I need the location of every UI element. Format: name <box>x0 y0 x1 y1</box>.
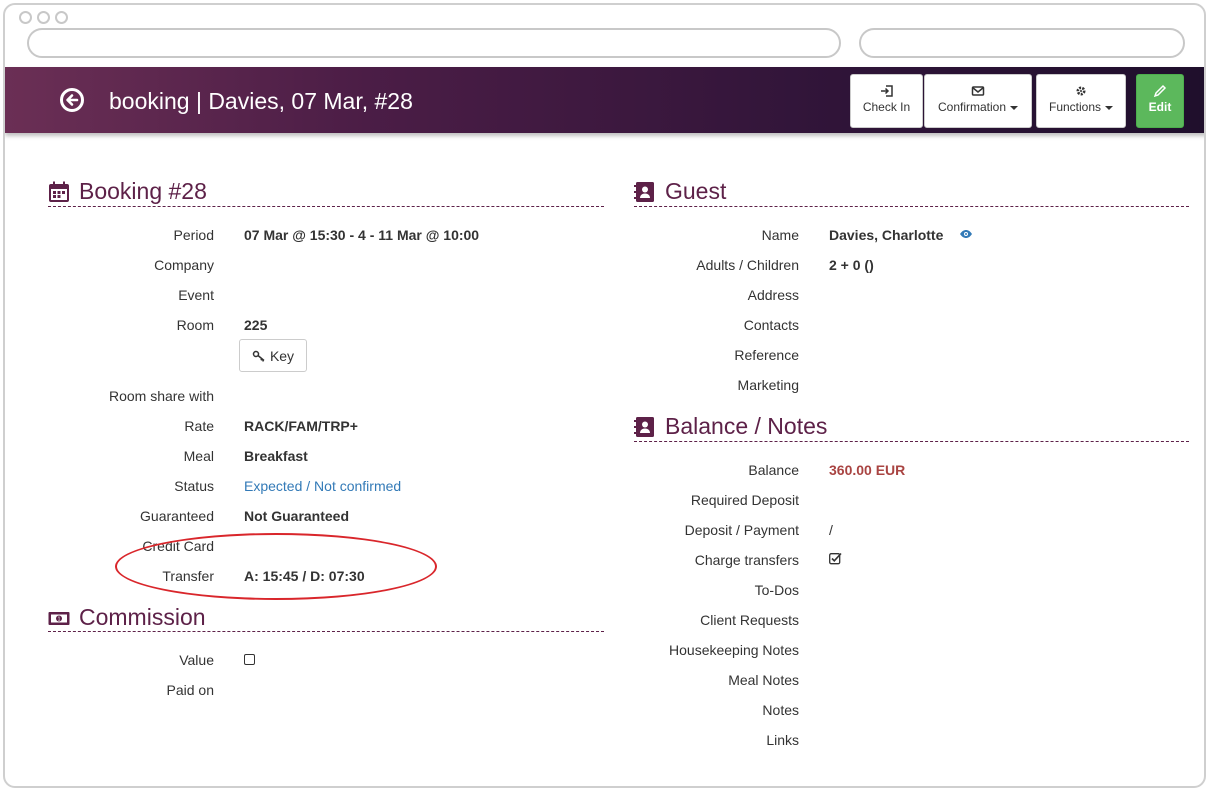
check-in-button[interactable]: Check In <box>850 74 923 128</box>
edit-label: Edit <box>1148 100 1172 114</box>
user-card-icon <box>634 416 654 437</box>
rate-value: RACK/FAM/TRP+ <box>244 418 358 434</box>
balance-section-title: Balance / Notes <box>634 413 827 440</box>
deposit-payment-value: / <box>829 522 833 538</box>
caret-down-icon <box>1105 105 1114 110</box>
browser-search-bar[interactable] <box>859 28 1185 58</box>
event-label: Event <box>178 287 214 303</box>
gear-icon <box>1076 86 1086 96</box>
status-link[interactable]: Expected / Not confirmed <box>244 478 401 494</box>
functions-label: Functions <box>1048 100 1102 114</box>
meal-label: Meal <box>183 448 214 464</box>
user-card-icon <box>634 181 654 202</box>
adults-children-label: Adults / Children <box>696 257 799 273</box>
guaranteed-value: Not Guaranteed <box>244 508 350 524</box>
window-dot-icon[interactable] <box>37 11 50 24</box>
money-icon: 1 <box>48 611 70 625</box>
room-label: Room <box>176 317 214 333</box>
confirmation-dropdown-button[interactable]: Confirmation <box>924 74 1032 128</box>
eye-icon[interactable] <box>959 229 973 239</box>
window-dot-icon[interactable] <box>19 11 32 24</box>
window-controls <box>19 11 68 24</box>
transfer-value: A: 15:45 / D: 07:30 <box>244 568 365 584</box>
window-dot-icon[interactable] <box>55 11 68 24</box>
balance-label: Balance <box>748 462 799 478</box>
period-value: 07 Mar @ 15:30 - 4 - 11 Mar @ 10:00 <box>244 227 480 243</box>
section-divider <box>48 206 604 207</box>
adults-children-value: 2 + 0 () <box>829 257 874 273</box>
functions-dropdown-button[interactable]: Functions <box>1036 74 1126 128</box>
meal-value: Breakfast <box>244 448 308 464</box>
calendar-icon <box>49 181 69 202</box>
room-share-label: Room share with <box>108 388 214 404</box>
back-arrow-icon[interactable] <box>60 88 84 112</box>
booking-title-text: Booking #28 <box>79 178 207 204</box>
section-divider <box>634 441 1189 442</box>
commission-section-title: 1 Commission <box>48 604 206 631</box>
room-value: 225 <box>244 317 268 333</box>
key-icon <box>252 350 265 362</box>
reference-label: Reference <box>734 347 799 363</box>
guest-name-value: Davies, Charlotte <box>829 227 944 243</box>
check-in-label: Check In <box>862 100 911 114</box>
envelope-icon <box>971 86 985 96</box>
marketing-label: Marketing <box>737 377 799 393</box>
page-header: booking | Davies, 07 Mar, #28 Check In C… <box>5 67 1204 133</box>
address-label: Address <box>747 287 799 303</box>
charge-transfers-label: Charge transfers <box>694 552 799 568</box>
name-label: Name <box>761 227 799 243</box>
status-label: Status <box>174 478 214 494</box>
credit-card-label: Credit Card <box>142 538 214 554</box>
deposit-payment-label: Deposit / Payment <box>684 522 799 538</box>
contacts-label: Contacts <box>743 317 799 333</box>
paid-on-label: Paid on <box>166 682 214 698</box>
commission-value-checkbox[interactable] <box>244 654 255 665</box>
page-title: booking | Davies, 07 Mar, #28 <box>109 88 413 114</box>
section-divider <box>634 206 1189 207</box>
notes-label: Notes <box>762 702 799 718</box>
edit-button[interactable]: Edit <box>1136 74 1184 128</box>
confirmation-label: Confirmation <box>937 100 1007 114</box>
meal-notes-label: Meal Notes <box>728 672 799 688</box>
caret-down-icon <box>1010 105 1019 110</box>
sign-in-icon <box>880 85 893 97</box>
client-requests-label: Client Requests <box>700 612 799 628</box>
required-deposit-label: Required Deposit <box>690 492 799 508</box>
company-label: Company <box>154 257 214 273</box>
key-button[interactable]: Key <box>239 339 307 372</box>
guest-title-text: Guest <box>665 178 727 204</box>
transfer-label: Transfer <box>162 568 214 584</box>
key-button-label: Key <box>269 347 295 364</box>
guaranteed-label: Guaranteed <box>140 508 214 524</box>
guest-section-title: Guest <box>634 178 726 205</box>
housekeeping-notes-label: Housekeeping Notes <box>669 642 799 658</box>
commission-title-text: Commission <box>79 604 206 630</box>
period-label: Period <box>173 227 214 243</box>
pencil-icon <box>1153 84 1167 98</box>
svg-text:1: 1 <box>58 616 61 622</box>
section-divider <box>48 631 604 632</box>
todos-label: To-Dos <box>754 582 799 598</box>
rate-label: Rate <box>184 418 214 434</box>
address-bar[interactable] <box>27 28 841 58</box>
balance-title-text: Balance / Notes <box>665 413 828 439</box>
booking-section-title: Booking #28 <box>48 178 207 205</box>
checked-checkbox-icon[interactable] <box>829 552 842 565</box>
commission-value-label: Value <box>179 652 214 668</box>
balance-value: 360.00 EUR <box>829 462 906 478</box>
links-label: Links <box>766 732 799 748</box>
